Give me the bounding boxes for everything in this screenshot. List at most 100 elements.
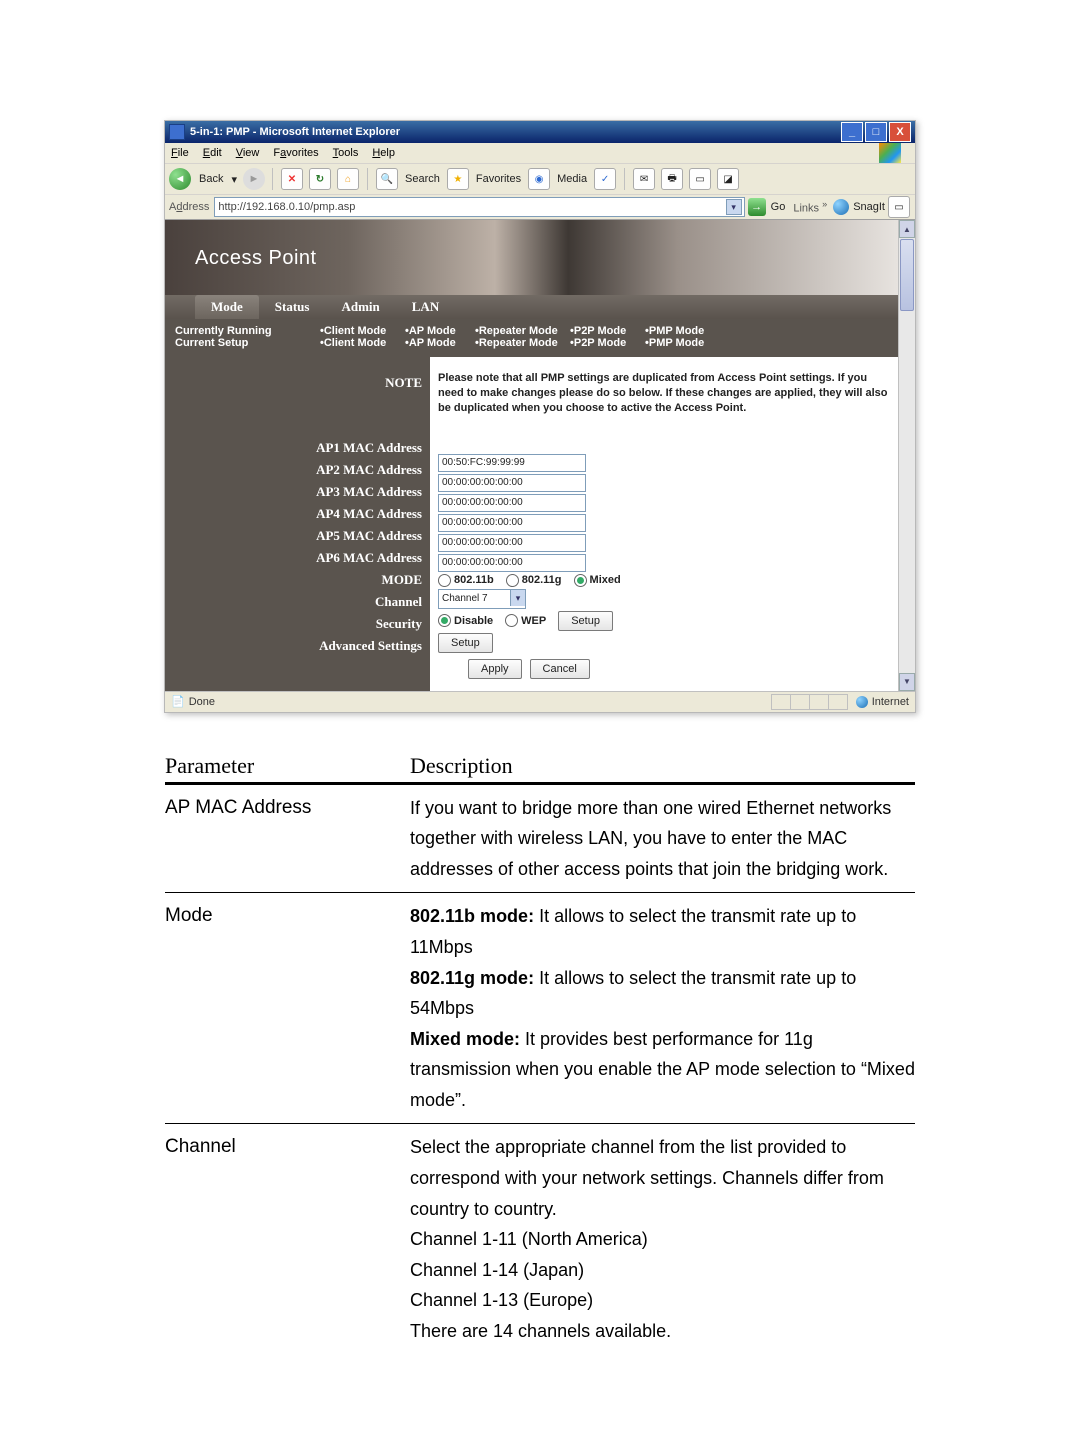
menu-tools[interactable]: Tools bbox=[333, 147, 359, 159]
minimize-button[interactable]: _ bbox=[841, 122, 863, 142]
link-p2p-mode[interactable]: •P2P Mode bbox=[570, 325, 645, 337]
link-client-mode[interactable]: •Client Mode bbox=[320, 337, 405, 349]
media-label[interactable]: Media bbox=[557, 173, 587, 185]
home-button[interactable]: ⌂ bbox=[337, 168, 359, 190]
discuss-button[interactable]: ◪ bbox=[717, 168, 739, 190]
snagit-label[interactable]: SnagIt bbox=[853, 201, 885, 213]
table-header: Parameter Description bbox=[165, 753, 915, 784]
forward-button[interactable]: ► bbox=[243, 168, 265, 190]
menubar: File Edit View Favorites Tools Help bbox=[165, 143, 915, 164]
back-dropdown-icon[interactable]: ▾ bbox=[231, 173, 237, 186]
cancel-button[interactable]: Cancel bbox=[530, 659, 590, 679]
radio-mixed[interactable] bbox=[574, 574, 587, 587]
link-repeater-mode[interactable]: •Repeater Mode bbox=[475, 325, 570, 337]
menu-file[interactable]: File bbox=[171, 147, 189, 159]
ap4-label: AP4 MAC Address bbox=[165, 503, 430, 525]
menu-favorites[interactable]: Favorites bbox=[273, 147, 318, 159]
menu-help[interactable]: Help bbox=[372, 147, 395, 159]
ap5-label: AP5 MAC Address bbox=[165, 525, 430, 547]
snagit-extra-icon[interactable]: ▭ bbox=[888, 196, 910, 218]
radio-wep[interactable] bbox=[505, 614, 518, 627]
ap6-input[interactable]: 00:00:00:00:00:00 bbox=[438, 554, 586, 572]
scrollbar[interactable]: ▲ ▼ bbox=[898, 220, 915, 691]
security-setup-button[interactable]: Setup bbox=[558, 611, 613, 631]
link-ap-mode[interactable]: •AP Mode bbox=[405, 337, 475, 349]
print-button[interactable]: 🖶 bbox=[661, 168, 683, 190]
link-pmp-mode[interactable]: •PMP Mode bbox=[645, 325, 725, 337]
link-repeater-mode[interactable]: •Repeater Mode bbox=[475, 337, 570, 349]
scroll-down-icon[interactable]: ▼ bbox=[899, 673, 915, 691]
stop-button[interactable]: ✕ bbox=[281, 168, 303, 190]
link-p2p-mode[interactable]: •P2P Mode bbox=[570, 337, 645, 349]
apply-button[interactable]: Apply bbox=[468, 659, 522, 679]
tab-admin[interactable]: Admin bbox=[325, 295, 395, 319]
menu-edit[interactable]: Edit bbox=[203, 147, 222, 159]
header-parameter: Parameter bbox=[165, 753, 410, 779]
ap3-input[interactable]: 00:00:00:00:00:00 bbox=[438, 494, 586, 512]
advanced-setup-button[interactable]: Setup bbox=[438, 633, 493, 653]
content-area: Access Point Mode Status Admin LAN Curre… bbox=[165, 220, 915, 691]
header-description: Description bbox=[410, 753, 513, 779]
maximize-button[interactable]: □ bbox=[865, 122, 887, 142]
menu-view[interactable]: View bbox=[236, 147, 260, 159]
radio-80211g[interactable] bbox=[506, 574, 519, 587]
go-button[interactable]: → bbox=[748, 198, 766, 216]
links-label[interactable]: Links » bbox=[793, 199, 827, 215]
page-icon: 📄 bbox=[171, 695, 185, 708]
search-icon[interactable]: 🔍 bbox=[376, 168, 398, 190]
windows-flag-icon bbox=[879, 143, 901, 163]
ap2-label: AP2 MAC Address bbox=[165, 459, 430, 481]
snagit-icon[interactable] bbox=[833, 199, 849, 215]
link-client-mode[interactable]: •Client Mode bbox=[320, 325, 405, 337]
status-bar: 📄 Done Internet bbox=[165, 691, 915, 712]
favorites-label[interactable]: Favorites bbox=[476, 173, 521, 185]
table-row: Channel Select the appropriate channel f… bbox=[165, 1123, 915, 1354]
radio-disable[interactable] bbox=[438, 614, 451, 627]
edit-button[interactable]: ▭ bbox=[689, 168, 711, 190]
param-name: Mode bbox=[165, 901, 410, 1115]
param-table: Parameter Description AP MAC Address If … bbox=[165, 753, 915, 1355]
ap1-input[interactable]: 00:50:FC:99:99:99 bbox=[438, 454, 586, 472]
link-pmp-mode[interactable]: •PMP Mode bbox=[645, 337, 725, 349]
channel-select[interactable]: Channel 7 bbox=[438, 589, 526, 609]
window-title: 5-in-1: PMP - Microsoft Internet Explore… bbox=[190, 126, 839, 138]
param-name: AP MAC Address bbox=[165, 793, 410, 885]
separator bbox=[367, 168, 368, 190]
tab-mode[interactable]: Mode bbox=[195, 295, 259, 319]
tab-status[interactable]: Status bbox=[259, 295, 326, 319]
table-row: Mode 802.11b mode: It allows to select t… bbox=[165, 892, 915, 1123]
refresh-button[interactable]: ↻ bbox=[309, 168, 331, 190]
media-icon[interactable]: ◉ bbox=[528, 168, 550, 190]
link-ap-mode[interactable]: •AP Mode bbox=[405, 325, 475, 337]
ap5-input[interactable]: 00:00:00:00:00:00 bbox=[438, 534, 586, 552]
mode-row: 802.11b 802.11g Mixed bbox=[438, 574, 890, 587]
ap1-label: AP1 MAC Address bbox=[165, 437, 430, 459]
ap3-label: AP3 MAC Address bbox=[165, 481, 430, 503]
param-desc: Select the appropriate channel from the … bbox=[410, 1132, 915, 1346]
controls-column: Please note that all PMP settings are du… bbox=[430, 357, 898, 691]
address-input[interactable]: http://192.168.0.10/pmp.asp bbox=[214, 197, 744, 217]
note-text: Please note that all PMP settings are du… bbox=[438, 371, 890, 416]
tab-bar: Mode Status Admin LAN bbox=[165, 295, 898, 319]
scroll-thumb[interactable] bbox=[900, 239, 914, 311]
status-segments bbox=[771, 694, 848, 710]
scroll-up-icon[interactable]: ▲ bbox=[899, 220, 915, 238]
currently-running-label: Currently Running bbox=[175, 325, 320, 337]
tab-lan[interactable]: LAN bbox=[396, 295, 455, 319]
radio-80211b[interactable] bbox=[438, 574, 451, 587]
close-button[interactable]: X bbox=[889, 122, 911, 142]
back-label[interactable]: Back bbox=[199, 173, 223, 185]
address-bar: Address http://192.168.0.10/pmp.asp → Go… bbox=[165, 195, 915, 220]
go-label[interactable]: Go bbox=[771, 201, 786, 213]
toolbar: ◄ Back ▾ ► ✕ ↻ ⌂ 🔍 Search ★ Favorites ◉ … bbox=[165, 164, 915, 195]
history-button[interactable]: ✓ bbox=[594, 168, 616, 190]
ap4-input[interactable]: 00:00:00:00:00:00 bbox=[438, 514, 586, 532]
mode-label: MODE bbox=[165, 569, 430, 591]
mail-button[interactable]: ✉ bbox=[633, 168, 655, 190]
current-setup-label: Current Setup bbox=[175, 337, 320, 349]
search-label[interactable]: Search bbox=[405, 173, 440, 185]
favorites-icon[interactable]: ★ bbox=[447, 168, 469, 190]
back-button[interactable]: ◄ bbox=[169, 168, 191, 190]
address-label: Address bbox=[169, 201, 209, 213]
ap2-input[interactable]: 00:00:00:00:00:00 bbox=[438, 474, 586, 492]
